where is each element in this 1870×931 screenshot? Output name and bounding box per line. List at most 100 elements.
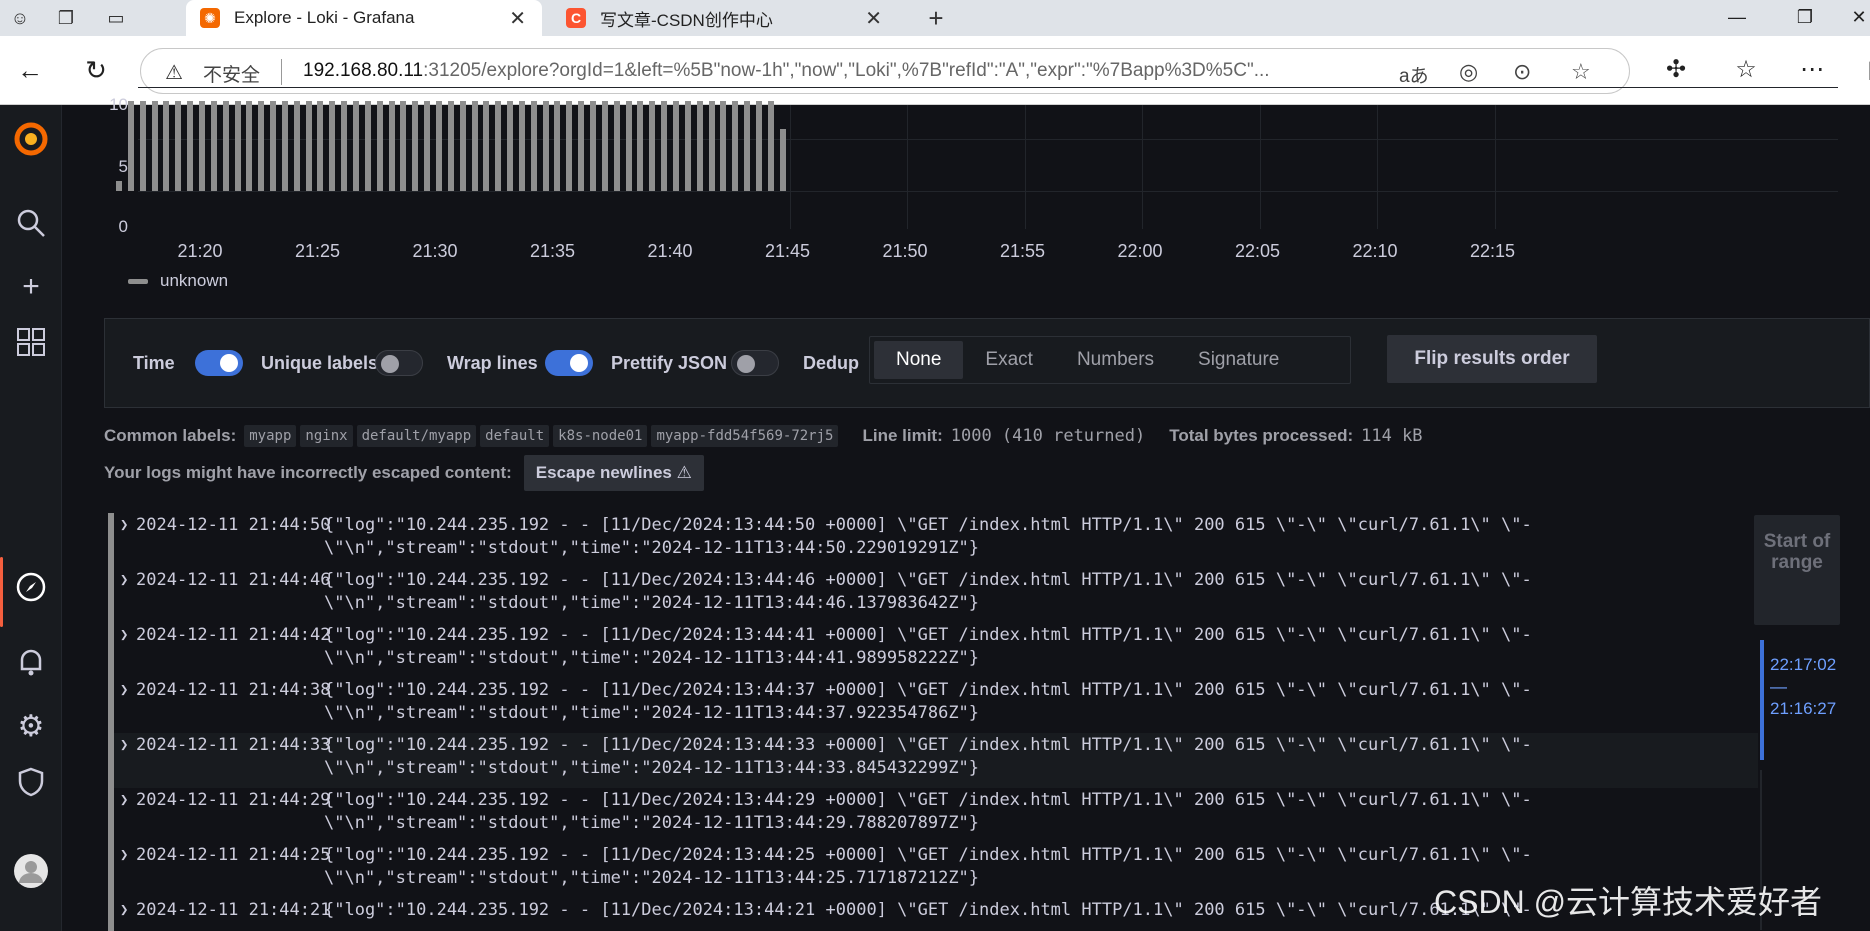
wrap-lines-toggle[interactable]: [545, 350, 593, 376]
start-of-range-button[interactable]: Start of range: [1754, 515, 1840, 625]
edge-extension-icon[interactable]: ◎: [1459, 59, 1478, 85]
favorite-star-icon[interactable]: ☆: [1571, 59, 1591, 85]
chart-bar: [388, 101, 395, 191]
log-timestamp: 2024-12-11 21:44:46: [136, 570, 331, 590]
dedup-signature[interactable]: Signature: [1176, 341, 1301, 379]
chart-bar: [258, 101, 265, 191]
wrap-lines-label: Wrap lines: [447, 353, 538, 373]
chart-bar: [578, 101, 585, 191]
chevron-right-icon[interactable]: ❯: [120, 627, 128, 643]
chart-bar: [601, 101, 608, 191]
new-tab-icon[interactable]: +: [922, 4, 950, 32]
dedup-exact[interactable]: Exact: [963, 341, 1055, 379]
chart-bar: [744, 101, 751, 191]
unique-labels-toggle[interactable]: [375, 350, 423, 376]
chart-bar: [613, 101, 620, 191]
profile-avatar-icon[interactable]: ☺: [6, 4, 34, 32]
line-limit-value: 1000 (410 returned): [950, 426, 1146, 446]
chevron-right-icon[interactable]: ❯: [120, 682, 128, 698]
chart-bar: [590, 101, 596, 191]
reload-icon[interactable]: ↻: [80, 54, 112, 86]
log-row[interactable]: ❯ 2024-12-11 21:44:38 {"log":"10.244.235…: [108, 678, 1758, 733]
bytes-processed-label: Total bytes processed:: [1169, 426, 1354, 445]
dedup-numbers[interactable]: Numbers: [1055, 341, 1176, 379]
chart-bar: [566, 101, 573, 191]
label-chip: default: [480, 425, 550, 447]
grid-line: [1024, 105, 1026, 229]
read-aloud-icon[interactable]: aあ: [1399, 61, 1429, 88]
security-label[interactable]: 不安全: [203, 60, 260, 87]
chart-bar: [767, 101, 774, 191]
bell-icon[interactable]: [11, 647, 51, 687]
close-tab-icon[interactable]: ✕: [865, 6, 882, 31]
menu-dots-icon[interactable]: ⋯: [1796, 54, 1828, 86]
dedup-radio-group: None Exact Numbers Signature: [869, 336, 1351, 384]
toggle-knob: [737, 355, 755, 373]
more-tools-icon[interactable]: ⊙: [1513, 59, 1531, 85]
plus-icon[interactable]: +: [11, 267, 51, 307]
log-row[interactable]: ❯ 2024-12-11 21:44:33 {"log":"10.244.235…: [108, 733, 1758, 788]
chart-bar: [270, 101, 277, 191]
chart-bar: [317, 101, 324, 191]
chevron-right-icon[interactable]: ❯: [120, 847, 128, 863]
chart-bar: [507, 101, 514, 191]
chart-bar: [471, 101, 478, 191]
tab-actions-icon[interactable]: ▭: [102, 4, 130, 32]
log-line-wrap: \"\n","stream":"stdout","time":"2024-12-…: [324, 813, 980, 833]
chart-bar: [376, 101, 383, 191]
chevron-right-icon[interactable]: ❯: [120, 517, 128, 533]
escape-newlines-button[interactable]: Escape newlines ⚠: [523, 455, 704, 491]
log-row[interactable]: ❯ 2024-12-11 21:44:42 {"log":"10.244.235…: [108, 623, 1758, 678]
explore-icon[interactable]: [11, 571, 51, 611]
chevron-right-icon[interactable]: ❯: [120, 572, 128, 588]
chart-bar: [554, 101, 561, 191]
chart-bar: [684, 101, 691, 191]
chevron-right-icon[interactable]: ❯: [120, 737, 128, 753]
search-icon[interactable]: [11, 207, 51, 247]
avatar[interactable]: [11, 853, 51, 893]
range-dash: —: [1770, 677, 1787, 696]
chart-bar: [234, 101, 241, 191]
url-text[interactable]: 192.168.80.11:31205/explore?orgId=1&left…: [303, 60, 1270, 82]
prettify-json-toggle[interactable]: [731, 350, 779, 376]
close-window-icon[interactable]: ✕: [1834, 0, 1870, 36]
time-toggle[interactable]: [195, 350, 243, 376]
workspaces-icon[interactable]: ❐: [52, 4, 80, 32]
dashboards-icon[interactable]: [11, 327, 51, 367]
sidebar-edge-icon[interactable]: ▯: [1858, 54, 1870, 86]
toggle-knob: [570, 354, 588, 372]
escape-warning-text: Your logs might have incorrectly escaped…: [104, 463, 512, 482]
log-row[interactable]: ❯ 2024-12-11 21:44:29 {"log":"10.244.235…: [108, 788, 1758, 843]
unique-labels-label: Unique labels: [261, 353, 379, 373]
legend-label: unknown: [160, 271, 229, 290]
chevron-right-icon[interactable]: ❯: [120, 792, 128, 808]
log-row[interactable]: ❯ 2024-12-11 21:44:46 {"log":"10.244.235…: [108, 568, 1758, 623]
tab-csdn[interactable]: C 写文章-CSDN创作中心 ✕: [552, 0, 898, 36]
chart-bar: [435, 101, 442, 191]
grafana-sidebar: + ⚙: [0, 105, 62, 931]
active-indicator: [0, 557, 3, 627]
extensions-icon[interactable]: ✣: [1660, 54, 1692, 86]
tab-grafana[interactable]: ✺ Explore - Loki - Grafana ✕: [186, 0, 542, 36]
restore-icon[interactable]: ❐: [1780, 0, 1830, 36]
shield-icon[interactable]: [11, 767, 51, 807]
x-tick-label: 21:25: [294, 241, 341, 261]
flip-results-order-button[interactable]: Flip results order: [1387, 335, 1597, 383]
back-icon[interactable]: ←: [14, 54, 46, 86]
close-tab-icon[interactable]: ✕: [509, 6, 526, 31]
minimize-icon[interactable]: —: [1712, 0, 1762, 36]
y-tick-label: 10: [109, 95, 128, 114]
grafana-logo-icon[interactable]: [11, 119, 51, 159]
grid-line: [1259, 105, 1261, 229]
dedup-none[interactable]: None: [874, 341, 964, 379]
warning-icon[interactable]: ⚠: [165, 60, 183, 85]
chart-legend[interactable]: unknown: [128, 271, 228, 291]
log-line: {"log":"10.244.235.192 - - [11/Dec/2024:…: [324, 680, 1532, 700]
range-selection-bar[interactable]: [1760, 640, 1764, 760]
log-row[interactable]: ❯ 2024-12-11 21:44:50 {"log":"10.244.235…: [108, 513, 1758, 568]
x-tick-label: 22:15: [1469, 241, 1516, 261]
chevron-right-icon[interactable]: ❯: [120, 902, 128, 918]
favorites-icon[interactable]: ☆: [1730, 54, 1762, 86]
range-label[interactable]: 22:17:02 — 21:16:27: [1770, 654, 1850, 720]
gear-icon[interactable]: ⚙: [11, 707, 51, 747]
